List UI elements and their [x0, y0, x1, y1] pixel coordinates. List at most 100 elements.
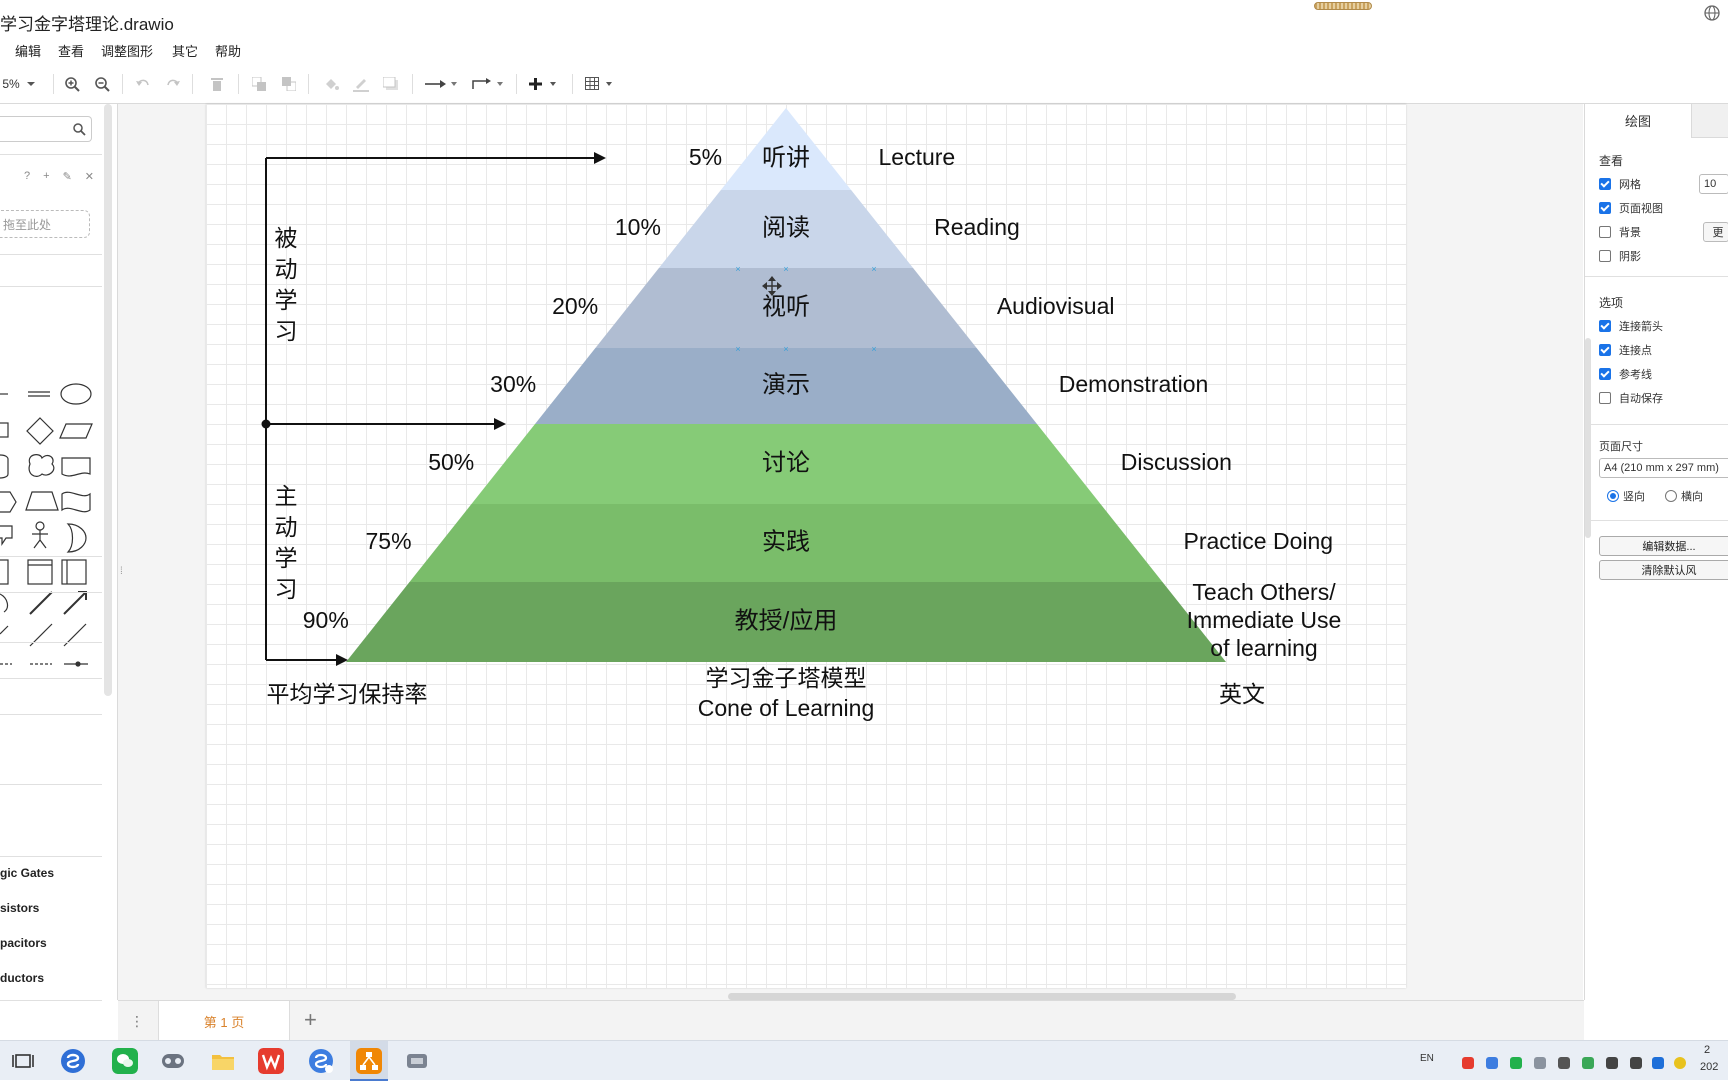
toolbar-divider [53, 74, 54, 94]
close-icon[interactable]: ✕ [85, 170, 94, 184]
shadow-button[interactable] [382, 74, 400, 94]
scratchpad-drop-zone[interactable]: 拖至此处 [0, 210, 90, 238]
landscape-radio[interactable]: 横向 [1665, 488, 1703, 504]
waypoints-button[interactable] [470, 74, 506, 94]
page-size-select[interactable]: A4 (210 mm x 297 mm) [1599, 458, 1728, 478]
tab-diagram[interactable]: 绘图 [1585, 104, 1691, 138]
tier-percent-3: 20% [552, 293, 598, 319]
network-icon[interactable] [1630, 1057, 1642, 1069]
wps-app-icon[interactable] [258, 1048, 284, 1074]
background-checkbox[interactable]: 背景 [1599, 224, 1641, 240]
drawio-app-icon[interactable] [356, 1048, 382, 1074]
grid-size-input[interactable]: 10 [1699, 174, 1728, 194]
page-view-checkbox[interactable]: 页面视图 [1599, 200, 1663, 216]
volume-icon[interactable] [1606, 1057, 1618, 1069]
background-change-button[interactable]: 更 [1703, 222, 1728, 242]
to-back-icon [282, 77, 296, 91]
clear-default-style-button[interactable]: 清除默认风 [1599, 560, 1728, 580]
zoom-in-button[interactable] [62, 74, 82, 94]
connection-points-checkbox[interactable]: 连接点 [1599, 342, 1652, 358]
scratchpad-tools: ? + ✎ ✕ [24, 170, 94, 184]
guides-checkbox[interactable]: 参考线 [1599, 366, 1652, 382]
diamond-shape [26, 417, 54, 445]
zoom-in-icon [65, 77, 80, 92]
grid-checkbox[interactable]: 网格 [1599, 176, 1641, 192]
add-page-icon[interactable]: + [304, 1007, 317, 1033]
tier-percent-2: 10% [615, 214, 661, 240]
redo-button[interactable] [164, 74, 182, 94]
zoom-out-icon [95, 77, 110, 92]
edit-data-button[interactable]: 编辑数据... [1599, 536, 1728, 556]
arrow-shape [63, 591, 87, 615]
wps-tray-icon[interactable] [1462, 1057, 1474, 1069]
title-bar: 学习金字塔理论.drawio [0, 0, 1728, 42]
pages-menu-icon[interactable]: ⋮ [130, 1013, 144, 1030]
cloud-tray-icon[interactable] [1534, 1057, 1546, 1069]
connection-arrows-checkbox[interactable]: 连接箭头 [1599, 318, 1663, 334]
wechat-tray-icon[interactable] [1510, 1057, 1522, 1069]
task-view-icon[interactable] [10, 1048, 36, 1074]
security-tray-icon[interactable] [1582, 1057, 1594, 1069]
container-shape [0, 559, 9, 585]
connection-style-button[interactable] [424, 74, 460, 94]
shadow-checkbox[interactable]: 阴影 [1599, 248, 1641, 264]
toolbar-divider [516, 74, 517, 94]
tab-page-1[interactable]: 第 1 页 [158, 1001, 290, 1041]
remote-app-icon[interactable] [404, 1048, 430, 1074]
sogou-tray-icon[interactable] [1486, 1057, 1498, 1069]
fill-color-button[interactable] [322, 74, 340, 94]
portrait-radio[interactable]: 竖向 [1607, 488, 1645, 504]
to-back-button[interactable] [280, 74, 298, 94]
tier-percent-6: 75% [365, 528, 411, 554]
globe-icon[interactable] [1703, 4, 1721, 22]
library-logic-gates[interactable]: gic Gates [0, 866, 54, 880]
diagram-canvas[interactable]: 听讲 5% Lecture 阅读 10% Reading 视听 20% Audiovisual 演… [118, 104, 1583, 1000]
tab-style[interactable] [1691, 104, 1728, 138]
library-inductors[interactable]: ductors [0, 971, 44, 985]
notification-icon[interactable] [1674, 1057, 1686, 1069]
zoom-out-button[interactable] [92, 74, 112, 94]
sogou-app-icon[interactable] [60, 1048, 86, 1074]
trapezoid-shape [25, 491, 59, 511]
window-drag-handle[interactable] [1314, 2, 1372, 10]
add-icon[interactable]: + [43, 170, 49, 184]
to-front-button[interactable] [250, 74, 268, 94]
shape-search-input[interactable] [0, 116, 92, 142]
learning-pyramid-diagram: 听讲 5% Lecture 阅读 10% Reading 视听 20% Audiovisual 演… [261, 108, 1341, 721]
menu-edit[interactable]: 编辑 [15, 41, 41, 60]
line-color-button[interactable] [352, 74, 370, 94]
autosave-checkbox[interactable]: 自动保存 [1599, 390, 1663, 406]
tier-label-5: 讨论 [762, 449, 810, 476]
panel-divider [0, 678, 102, 679]
file-explorer-icon[interactable] [210, 1048, 236, 1074]
tier-label-4: 演示 [762, 371, 810, 398]
bidirectional-arrow-shape [29, 591, 53, 615]
left-panel-scrollbar[interactable] [104, 104, 112, 696]
caption-cone-of-learning: Cone of Learning [698, 695, 874, 721]
menu-view[interactable]: 查看 [58, 41, 84, 60]
collapse-panel-handle[interactable]: ⁞ [120, 566, 123, 577]
edit-icon[interactable]: ✎ [63, 170, 72, 184]
zoom-dropdown[interactable]: 5% [0, 74, 38, 94]
menu-arrange[interactable]: 调整图形 [101, 41, 153, 60]
checkbox-unchecked-icon [1599, 250, 1611, 262]
input-language-indicator[interactable]: EN [1420, 1053, 1434, 1064]
actor-shape [35, 521, 45, 531]
sogou-secondary-icon[interactable] [308, 1048, 334, 1074]
help-icon[interactable]: ? [24, 170, 30, 184]
caption-pyramid-title: 学习金子塔模型 [706, 665, 867, 691]
menu-help[interactable]: 帮助 [215, 41, 241, 60]
insert-button[interactable] [528, 74, 562, 94]
horizontal-scrollbar[interactable] [728, 993, 1236, 1000]
table-button[interactable] [584, 74, 618, 94]
game-app-icon[interactable] [160, 1048, 186, 1074]
delete-button[interactable] [208, 74, 226, 94]
battery-tray-icon[interactable] [1558, 1057, 1570, 1069]
library-capacitors[interactable]: pacitors [0, 936, 47, 950]
library-transistors[interactable]: sistors [0, 901, 39, 915]
undo-button[interactable] [134, 74, 152, 94]
menu-extras[interactable]: 其它 [172, 41, 198, 60]
wechat-app-icon[interactable] [112, 1048, 138, 1074]
bluetooth-icon[interactable] [1652, 1057, 1664, 1069]
format-panel-scrollbar[interactable] [1585, 338, 1591, 538]
